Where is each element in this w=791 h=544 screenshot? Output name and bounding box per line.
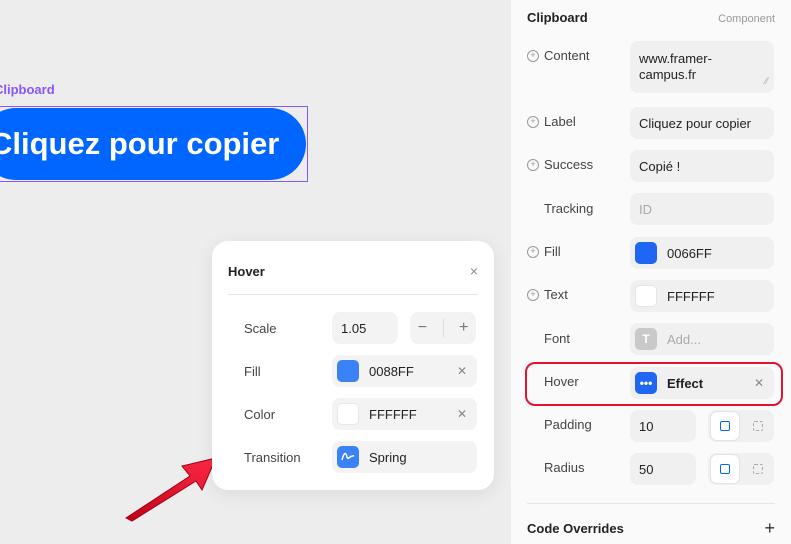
selection-outline: [0, 106, 308, 182]
fill-value: 0088FF: [369, 363, 414, 379]
font-field[interactable]: T Add...: [630, 323, 774, 355]
fill-value: 0066FF: [667, 245, 712, 261]
spring-curve-icon: [337, 446, 359, 468]
plus-circle-icon[interactable]: +: [527, 245, 539, 258]
color-field[interactable]: FFFFFF ✕: [332, 398, 477, 430]
dashed-square-icon: [752, 421, 763, 431]
popover-title: Hover: [228, 263, 265, 279]
panel-subtitle: Component: [718, 13, 775, 25]
fill-label: Fill: [544, 244, 561, 259]
content-textarea[interactable]: www.framer-campus.fr ⁄⁄: [630, 41, 774, 93]
plus-icon[interactable]: +: [459, 319, 468, 337]
plus-circle-icon[interactable]: +: [527, 115, 539, 128]
close-icon[interactable]: ×: [470, 263, 478, 279]
hover-highlight-outline: [525, 362, 783, 406]
fill-label: Fill: [244, 363, 261, 379]
square-icon: [719, 421, 730, 431]
popover-divider: [228, 294, 478, 295]
label-input[interactable]: Cliquez pour copier: [630, 107, 774, 139]
code-overrides-row: Code Overrides +: [527, 519, 775, 537]
fill-color-field[interactable]: 0066FF: [630, 237, 774, 269]
padding-uniform-button[interactable]: [710, 412, 739, 440]
success-label: Success: [544, 157, 594, 172]
scale-stepper: − +: [410, 312, 476, 344]
plus-circle-icon[interactable]: +: [527, 158, 539, 171]
radius-mode-toggle: [708, 453, 774, 485]
padding-mode-toggle: [708, 410, 774, 442]
padding-individual-button[interactable]: [744, 412, 772, 440]
square-icon: [719, 464, 730, 474]
panel-title: Clipboard: [527, 10, 588, 25]
label-label: Label: [544, 114, 576, 129]
font-placeholder: Add...: [667, 331, 701, 347]
fill-swatch[interactable]: [635, 242, 657, 264]
success-input[interactable]: Copié !: [630, 150, 774, 182]
radius-input[interactable]: 50: [630, 453, 696, 485]
red-arrow-icon: [124, 457, 217, 522]
content-value: www.framer-campus.fr: [639, 51, 712, 82]
scale-row: Scale 1.05 − +: [244, 312, 478, 344]
radius-uniform-button[interactable]: [710, 455, 739, 483]
plus-circle-icon[interactable]: +: [527, 288, 539, 301]
stepper-divider: [442, 319, 444, 337]
frame-label[interactable]: Clipboard: [0, 82, 55, 97]
transition-row: Transition Spring: [244, 441, 478, 473]
hover-popover: Hover × Scale 1.05 − + Fill 0088FF ✕ Col…: [212, 241, 494, 490]
remove-icon[interactable]: ✕: [457, 364, 467, 378]
resize-handle-icon[interactable]: ⁄⁄: [765, 73, 768, 89]
plus-circle-icon[interactable]: +: [527, 49, 539, 62]
minus-icon[interactable]: −: [418, 319, 427, 337]
font-type-icon: T: [635, 328, 657, 350]
transition-field[interactable]: Spring: [332, 441, 477, 473]
text-swatch[interactable]: [635, 285, 657, 307]
radius-individual-button[interactable]: [744, 455, 772, 483]
text-value: FFFFFF: [667, 288, 715, 304]
padding-label: Padding: [544, 417, 592, 432]
properties-panel: Clipboard Component + Content www.framer…: [511, 0, 791, 544]
color-label: Color: [244, 406, 276, 422]
remove-icon[interactable]: ✕: [457, 407, 467, 421]
scale-input[interactable]: 1.05: [332, 312, 398, 344]
fill-field[interactable]: 0088FF ✕: [332, 355, 477, 387]
add-icon[interactable]: +: [764, 519, 775, 537]
text-color-field[interactable]: FFFFFF: [630, 280, 774, 312]
fill-row: Fill 0088FF ✕: [244, 355, 478, 387]
color-value: FFFFFF: [369, 406, 417, 422]
transition-label: Transition: [244, 449, 301, 465]
padding-input[interactable]: 10: [630, 410, 696, 442]
fill-swatch[interactable]: [337, 360, 359, 382]
font-label: Font: [544, 331, 571, 346]
transition-value: Spring: [369, 449, 407, 465]
code-overrides-label: Code Overrides: [527, 520, 624, 536]
color-swatch[interactable]: [337, 403, 359, 425]
scale-label: Scale: [244, 320, 277, 336]
color-row: Color FFFFFF ✕: [244, 398, 478, 430]
tracking-input[interactable]: ID: [630, 193, 774, 225]
text-label: Text: [544, 287, 568, 302]
corners-icon: [752, 464, 763, 474]
section-divider: [527, 503, 775, 504]
content-label: Content: [544, 48, 590, 63]
tracking-label: Tracking: [544, 201, 594, 216]
radius-label: Radius: [544, 460, 585, 475]
